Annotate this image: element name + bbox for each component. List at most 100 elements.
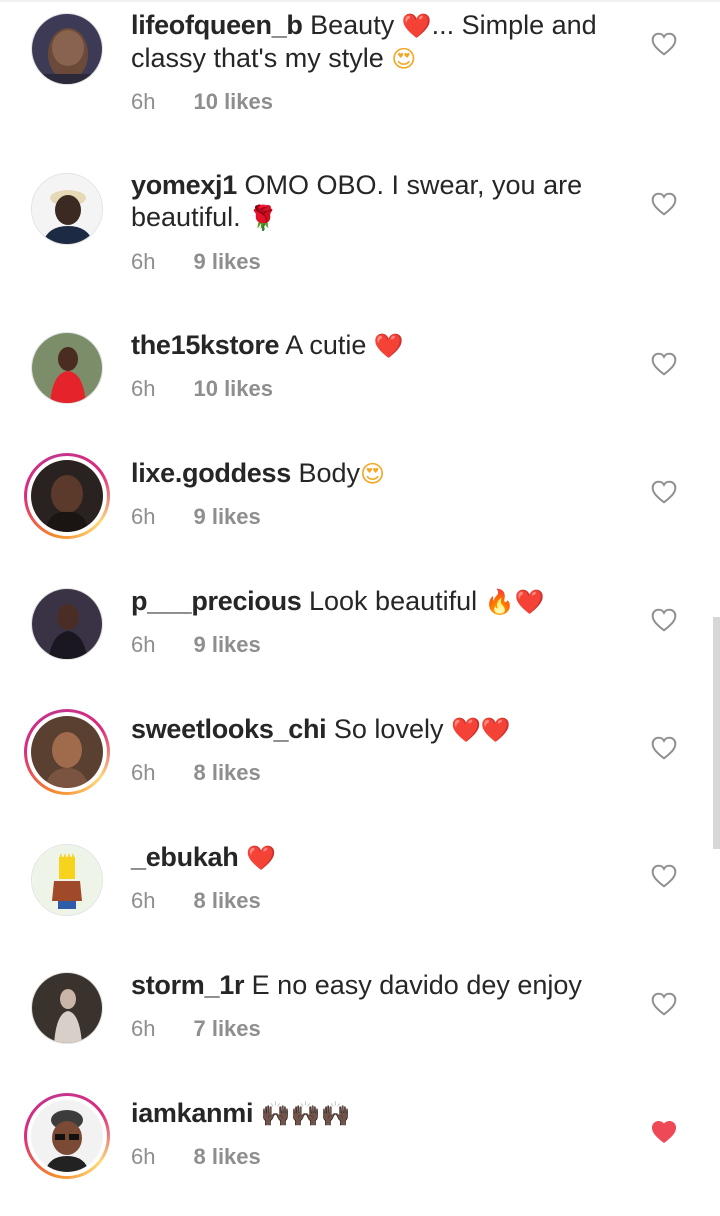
avatar-image — [31, 1100, 103, 1172]
comment-text: iamkanmi 🙌🏿🙌🏿🙌🏿 — [131, 1097, 610, 1130]
comment-meta: 6h 10 likes — [131, 376, 273, 402]
avatar-image — [31, 460, 103, 532]
comment-item: lifeofqueen_b Beauty ❤️... Simple and cl… — [0, 0, 720, 128]
comment-likes[interactable]: 10 likes — [193, 376, 273, 401]
avatar-story-ring[interactable] — [24, 709, 110, 795]
heart-eyes-emoji: 😍 — [391, 45, 417, 73]
comment-time: 6h — [131, 376, 156, 401]
comment-text: _ebukah ❤️ — [131, 841, 610, 874]
comment-body: Beauty — [310, 10, 395, 40]
comment-item: the15kstore A cutie ❤️ 6h 10 likes — [0, 320, 720, 448]
comment-meta: 6h 8 likes — [131, 760, 261, 786]
heart-outline-icon — [651, 192, 677, 216]
comment-item: yomexj1 OMO OBO. I swear, you are beauti… — [0, 160, 720, 288]
avatar-image — [31, 716, 103, 788]
scrollbar[interactable] — [713, 617, 720, 849]
avatar-image — [32, 333, 102, 403]
comment-item: sweetlooks_chi So lovely ❤️❤️ 6h 8 likes — [0, 704, 720, 832]
comment-time: 6h — [131, 504, 156, 529]
comment-text: lifeofqueen_b Beauty ❤️... Simple and cl… — [131, 9, 610, 75]
comment-item: p___precious Look beautiful 🔥❤️ 6h 9 like… — [0, 576, 720, 704]
like-button[interactable] — [650, 191, 678, 217]
comment-meta: 6h 8 likes — [131, 888, 261, 914]
avatar-story-ring[interactable] — [24, 1093, 110, 1179]
heart-outline-icon — [651, 32, 677, 56]
like-button[interactable] — [650, 351, 678, 377]
comment-likes[interactable]: 7 likes — [193, 1016, 260, 1041]
rose-emoji: 🌹 — [248, 204, 278, 232]
comment-time: 6h — [131, 888, 156, 913]
heart-emoji: ❤️❤️ — [450, 716, 511, 744]
comment-item: iamkanmi 🙌🏿🙌🏿🙌🏿 6h 8 likes — [0, 1088, 720, 1216]
like-button[interactable] — [650, 1119, 678, 1145]
comment-time: 6h — [131, 1016, 156, 1041]
like-button[interactable] — [650, 479, 678, 505]
comment-time: 6h — [131, 760, 156, 785]
heart-filled-icon — [651, 1121, 677, 1144]
comment-text: yomexj1 OMO OBO. I swear, you are beauti… — [131, 169, 610, 234]
avatar-image — [32, 14, 102, 84]
heart-outline-icon — [651, 608, 677, 632]
comment-username[interactable]: sweetlooks_chi — [131, 714, 327, 744]
avatar-story-ring[interactable] — [24, 453, 110, 539]
comment-item: storm_1r E no easy davido dey enjoy 6h 7 … — [0, 960, 720, 1088]
avatar[interactable] — [24, 325, 110, 411]
comment-body: Body — [298, 458, 361, 488]
comment-username[interactable]: lixe.goddess — [131, 458, 291, 488]
heart-outline-icon — [651, 352, 677, 376]
avatar-image — [32, 174, 102, 244]
avatar[interactable] — [24, 166, 110, 252]
heart-emoji: ❤️ — [245, 844, 276, 872]
comment-likes[interactable]: 8 likes — [193, 760, 260, 785]
comment-body: Look beautiful — [309, 586, 478, 616]
heart-outline-icon — [651, 736, 677, 760]
comment-body: A cutie — [285, 330, 367, 360]
avatar[interactable] — [24, 581, 110, 667]
comment-text: lixe.goddess Body😍 — [131, 457, 610, 490]
fire-heart-emoji: 🔥❤️ — [484, 588, 545, 616]
heart-outline-icon — [651, 864, 677, 888]
raised-hands-emoji: 🙌🏿🙌🏿🙌🏿 — [260, 1100, 351, 1128]
like-button[interactable] — [650, 991, 678, 1017]
comment-time: 6h — [131, 1144, 156, 1169]
avatar-image — [32, 845, 102, 915]
comment-meta: 6h 9 likes — [131, 632, 261, 658]
heart-emoji: ❤️ — [373, 332, 404, 360]
comment-text: sweetlooks_chi So lovely ❤️❤️ — [131, 713, 610, 746]
comment-username[interactable]: yomexj1 — [131, 170, 237, 200]
comment-meta: 6h 9 likes — [131, 249, 261, 275]
comment-text: storm_1r E no easy davido dey enjoy — [131, 969, 610, 1001]
comment-meta: 6h 10 likes — [131, 89, 273, 115]
avatar[interactable] — [24, 6, 110, 92]
comment-time: 6h — [131, 89, 156, 114]
comment-username[interactable]: the15kstore — [131, 330, 280, 360]
comment-likes[interactable]: 9 likes — [193, 504, 260, 529]
like-button[interactable] — [650, 735, 678, 761]
comment-time: 6h — [131, 632, 156, 657]
comment-likes[interactable]: 9 likes — [193, 249, 260, 274]
comment-username[interactable]: iamkanmi — [131, 1098, 253, 1128]
comment-time: 6h — [131, 249, 156, 274]
like-button[interactable] — [650, 863, 678, 889]
comment-likes[interactable]: 9 likes — [193, 632, 260, 657]
comment-meta: 6h 9 likes — [131, 504, 261, 530]
avatar[interactable] — [24, 837, 110, 923]
comment-likes[interactable]: 8 likes — [193, 888, 260, 913]
comment-username[interactable]: lifeofqueen_b — [131, 10, 303, 40]
comment-username[interactable]: p___precious — [131, 586, 302, 616]
avatar[interactable] — [24, 965, 110, 1051]
like-button[interactable] — [650, 31, 678, 57]
heart-eyes-emoji: 😍 — [360, 460, 386, 488]
comment-body: So lovely — [333, 714, 444, 744]
comment-body: E no easy davido dey enjoy — [251, 970, 582, 1000]
like-button[interactable] — [650, 607, 678, 633]
avatar-image — [32, 589, 102, 659]
comment-text: the15kstore A cutie ❤️ — [131, 329, 610, 362]
comment-item: _ebukah ❤️ 6h 8 likes — [0, 832, 720, 960]
comment-meta: 6h 8 likes — [131, 1144, 261, 1170]
avatar-image — [32, 973, 102, 1043]
comment-username[interactable]: _ebukah — [131, 842, 239, 872]
comment-likes[interactable]: 10 likes — [193, 89, 273, 114]
comment-likes[interactable]: 8 likes — [193, 1144, 260, 1169]
comment-username[interactable]: storm_1r — [131, 970, 244, 1000]
